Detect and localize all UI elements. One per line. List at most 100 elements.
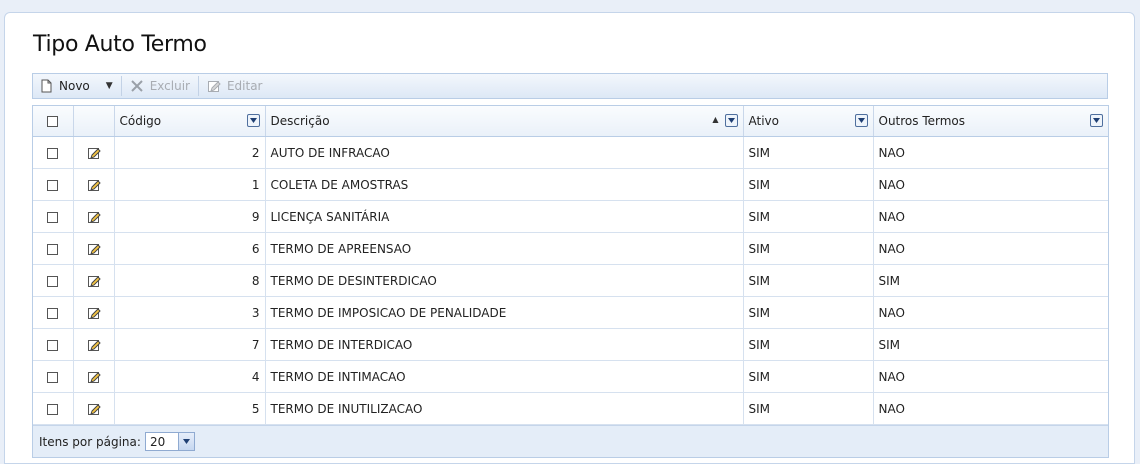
edit-icon[interactable]	[73, 168, 115, 201]
other-terms-cell: NAO	[873, 136, 1108, 169]
edit-icon[interactable]	[73, 392, 115, 425]
page-title: Tipo Auto Termo	[33, 32, 207, 57]
code-cell: 1	[114, 168, 266, 201]
code-cell: 5	[114, 392, 266, 425]
column-header-other-terms[interactable]: Outros Termos	[873, 106, 1108, 137]
new-button-label: Novo	[59, 79, 90, 93]
active-cell: SIM	[743, 136, 874, 169]
table-row[interactable]: 9 LICENÇA SANITÁRIA SIM NAO	[33, 200, 1108, 233]
column-header-description[interactable]: Descrição ▲	[265, 106, 744, 137]
page-size-select[interactable]: 20	[144, 432, 195, 451]
table-row[interactable]: 4 TERMO DE INTIMACAO SIM NAO	[33, 360, 1108, 393]
grid-body: 2 AUTO DE INFRACAO SIM NAO 1 COLETA DE A…	[33, 136, 1108, 425]
column-menu-icon[interactable]	[724, 114, 738, 127]
table-row[interactable]: 2 AUTO DE INFRACAO SIM NAO	[33, 136, 1108, 169]
active-cell: SIM	[743, 200, 874, 233]
description-cell: TERMO DE DESINTERDICAO	[265, 264, 744, 297]
active-cell: SIM	[743, 392, 874, 425]
row-checkbox[interactable]	[47, 371, 59, 383]
column-header-label: Outros Termos	[878, 114, 966, 128]
code-cell: 8	[114, 264, 266, 297]
other-terms-cell: NAO	[873, 296, 1108, 329]
description-cell: COLETA DE AMOSTRAS	[265, 168, 744, 201]
chevron-down-icon[interactable]: ▼	[106, 81, 113, 91]
column-menu-icon[interactable]	[1090, 114, 1103, 127]
edit-icon[interactable]	[73, 328, 115, 361]
active-cell: SIM	[743, 360, 874, 393]
row-checkbox[interactable]	[47, 243, 59, 255]
delete-button[interactable]: Excluir	[124, 74, 196, 98]
table-row[interactable]: 5 TERMO DE INUTILIZACAO SIM NAO	[33, 392, 1108, 425]
table-row[interactable]: 3 TERMO DE IMPOSICAO DE PENALIDADE SIM N…	[33, 296, 1108, 329]
sort-ascending-icon: ▲	[712, 115, 719, 124]
row-select-cell	[33, 232, 74, 265]
column-menu-icon[interactable]	[854, 114, 868, 127]
chevron-down-icon[interactable]	[177, 433, 194, 450]
edit-icon[interactable]	[73, 296, 115, 329]
row-select-cell	[33, 200, 74, 233]
table-row[interactable]: 7 TERMO DE INTERDICAO SIM SIM	[33, 328, 1108, 361]
code-cell: 9	[114, 200, 266, 233]
row-select-cell	[33, 360, 74, 393]
select-all-checkbox[interactable]	[47, 116, 59, 127]
row-select-cell	[33, 328, 74, 361]
other-terms-cell: NAO	[873, 360, 1108, 393]
select-all-header	[33, 106, 74, 137]
page-size-label: Itens por página:	[39, 434, 141, 449]
row-checkbox[interactable]	[47, 403, 59, 415]
active-cell: SIM	[743, 296, 874, 329]
description-cell: AUTO DE INFRACAO	[265, 136, 744, 169]
description-cell: TERMO DE INTIMACAO	[265, 360, 744, 393]
edit-button-label: Editar	[226, 79, 263, 93]
code-cell: 3	[114, 296, 266, 329]
edit-icon[interactable]	[73, 136, 115, 169]
edit-icon[interactable]	[73, 264, 115, 297]
row-checkbox[interactable]	[47, 275, 59, 287]
row-checkbox[interactable]	[47, 211, 59, 223]
data-grid: Código Descrição ▲ Ativo Outros Termos 2…	[32, 105, 1109, 458]
column-header-code[interactable]: Código	[114, 106, 266, 137]
other-terms-cell: NAO	[873, 392, 1108, 425]
new-button[interactable]: Novo ▼	[33, 74, 119, 98]
table-row[interactable]: 8 TERMO DE DESINTERDICAO SIM SIM	[33, 264, 1108, 297]
table-row[interactable]: 1 COLETA DE AMOSTRAS SIM NAO	[33, 168, 1108, 201]
active-cell: SIM	[743, 232, 874, 265]
row-select-cell	[33, 296, 74, 329]
edit-column-header	[73, 106, 115, 137]
description-cell: TERMO DE INTERDICAO	[265, 328, 744, 361]
row-checkbox[interactable]	[47, 179, 59, 191]
table-row[interactable]: 6 TERMO DE APREENSAO SIM NAO	[33, 232, 1108, 265]
other-terms-cell: SIM	[873, 328, 1108, 361]
code-cell: 7	[114, 328, 266, 361]
description-cell: TERMO DE APREENSAO	[265, 232, 744, 265]
pencil-icon	[207, 79, 221, 93]
edit-icon[interactable]	[73, 232, 115, 265]
description-cell: TERMO DE INUTILIZACAO	[265, 392, 744, 425]
edit-button[interactable]: Editar	[201, 74, 269, 98]
row-checkbox[interactable]	[47, 339, 59, 351]
row-select-cell	[33, 392, 74, 425]
header-row: Código Descrição ▲ Ativo Outros Termos	[33, 106, 1108, 137]
row-checkbox[interactable]	[47, 147, 59, 159]
grid-pager: Itens por página: 20	[33, 425, 1108, 457]
active-cell: SIM	[743, 264, 874, 297]
edit-icon[interactable]	[73, 360, 115, 393]
column-header-label: Descrição	[270, 114, 330, 128]
edit-icon[interactable]	[73, 200, 115, 233]
active-cell: SIM	[743, 328, 874, 361]
page-size-value: 20	[149, 434, 166, 449]
column-menu-icon[interactable]	[246, 114, 260, 127]
row-checkbox[interactable]	[47, 307, 59, 319]
other-terms-cell: NAO	[873, 200, 1108, 233]
row-select-cell	[33, 264, 74, 297]
column-header-active[interactable]: Ativo	[743, 106, 874, 137]
toolbar-divider	[197, 76, 199, 96]
code-cell: 4	[114, 360, 266, 393]
toolbar-divider	[120, 76, 122, 96]
other-terms-cell: SIM	[873, 264, 1108, 297]
code-cell: 6	[114, 232, 266, 265]
description-cell: TERMO DE IMPOSICAO DE PENALIDADE	[265, 296, 744, 329]
code-cell: 2	[114, 136, 266, 169]
row-select-cell	[33, 136, 74, 169]
row-select-cell	[33, 168, 74, 201]
